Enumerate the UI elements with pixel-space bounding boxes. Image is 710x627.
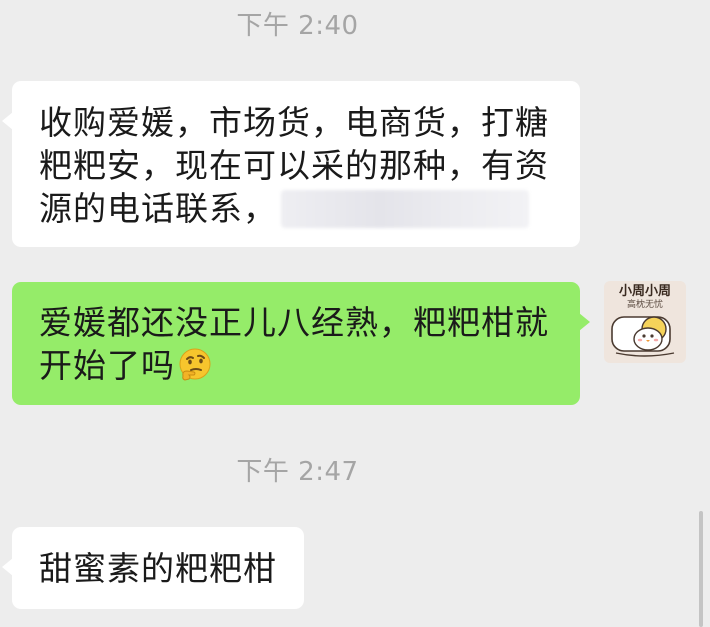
avatar[interactable]: 小周小周 高枕无忧 — [604, 281, 686, 363]
timestamp: 下午 2:47 — [236, 457, 359, 487]
timestamp: 下午 2:40 — [236, 11, 359, 41]
avatar-title: 小周小周 — [618, 284, 671, 299]
message-text-line-with-emoji: 开始了吗 — [39, 344, 560, 387]
outgoing-message-bubble[interactable]: 爱媛都还没正儿八经熟，粑粑柑就 开始了吗 — [12, 282, 590, 405]
scrollbar[interactable] — [699, 511, 703, 627]
message-text-line: 甜蜜素的粑粑柑 — [39, 549, 277, 588]
message-text: 源的电话联系， — [39, 189, 277, 228]
message-text-line-with-redaction: 源的电话联系， — [39, 187, 560, 230]
message-text-line: 爱媛都还没正儿八经熟，粑粑柑就 — [39, 303, 549, 342]
incoming-message-bubble[interactable]: 甜蜜素的粑粑柑 — [2, 527, 304, 609]
penguin-pillow-illustration-icon — [611, 316, 675, 357]
incoming-message-bubble[interactable]: 收购爱媛，市场货，电商货，打糖 粑粑安，现在可以采的那种，有资 源的电话联系， — [2, 81, 580, 247]
message-text-line: 收购爱媛，市场货，电商货，打糖 — [39, 103, 549, 142]
message-text: 开始了吗 — [39, 346, 175, 385]
thinking-face-emoji-icon — [177, 347, 213, 383]
blurred-phone-number — [281, 190, 529, 228]
message-text-line: 粑粑安，现在可以采的那种，有资 — [39, 146, 549, 185]
